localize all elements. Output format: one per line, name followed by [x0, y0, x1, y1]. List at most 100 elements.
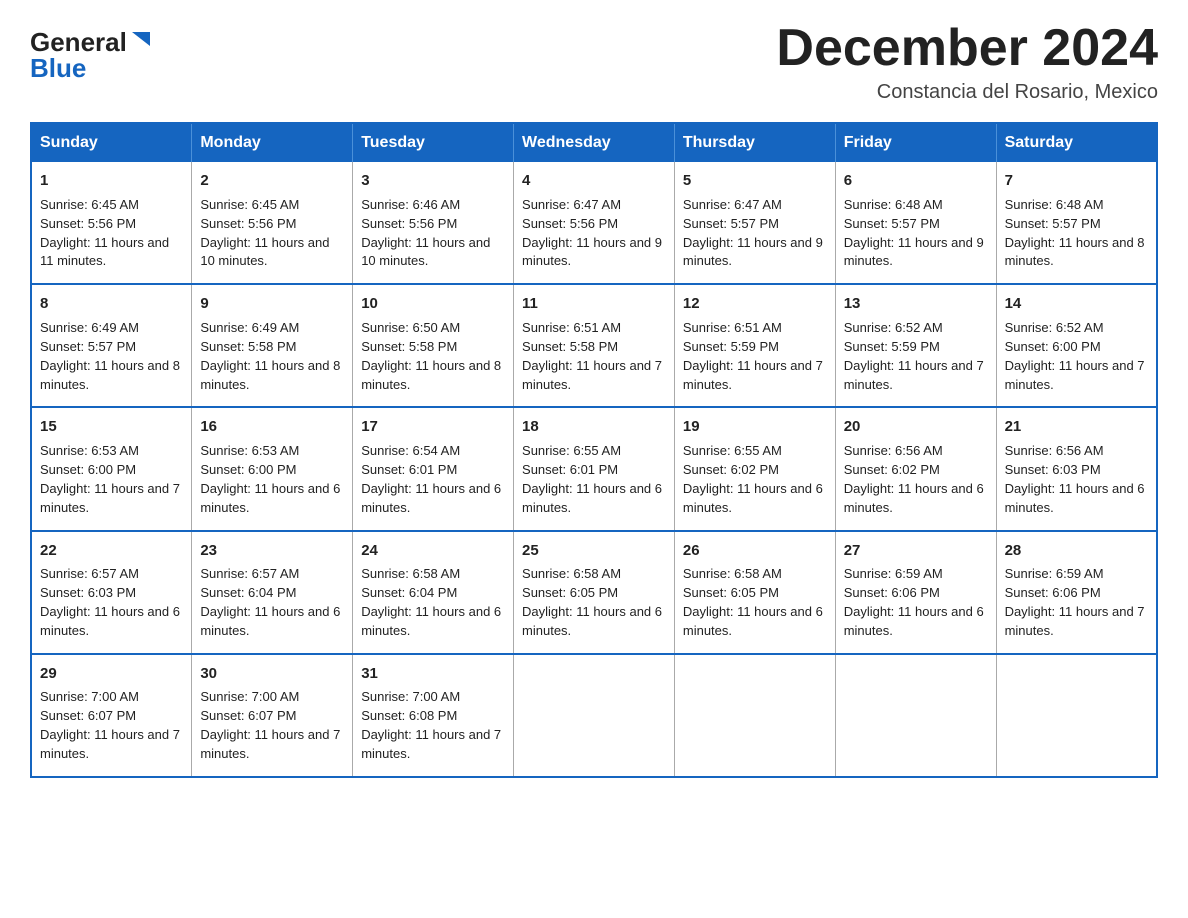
- day-number: 8: [40, 293, 183, 315]
- day-info: Sunrise: 6:58 AMSunset: 6:04 PMDaylight:…: [361, 566, 501, 638]
- day-number: 6: [844, 170, 988, 192]
- logo-triangle-icon: [130, 28, 152, 50]
- day-info: Sunrise: 6:54 AMSunset: 6:01 PMDaylight:…: [361, 443, 501, 515]
- calendar-day-cell: 22Sunrise: 6:57 AMSunset: 6:03 PMDayligh…: [31, 531, 192, 654]
- day-info: Sunrise: 6:53 AMSunset: 6:00 PMDaylight:…: [40, 443, 180, 515]
- calendar-day-cell: 17 Sunrise: 6:54 AMSunset: 6:01 PMDayligh…: [353, 407, 514, 530]
- title-block: December 2024 Constancia del Rosario, Me…: [776, 20, 1158, 104]
- day-info: Sunrise: 6:58 AMSunset: 6:05 PMDaylight:…: [683, 566, 823, 638]
- day-info: Sunrise: 6:51 AMSunset: 5:58 PMDaylight:…: [522, 320, 662, 392]
- day-info: Sunrise: 6:57 AMSunset: 6:04 PMDaylight:…: [200, 566, 340, 638]
- calendar-day-cell: 16 Sunrise: 6:53 AMSunset: 6:00 PMDayligh…: [192, 407, 353, 530]
- day-number: 17: [361, 416, 505, 438]
- calendar-day-cell: 25 Sunrise: 6:58 AMSunset: 6:05 PMDayligh…: [514, 531, 675, 654]
- header-row: Sunday Monday Tuesday Wednesday Thursday…: [31, 123, 1157, 162]
- day-info: Sunrise: 6:49 AMSunset: 5:57 PMDaylight:…: [40, 320, 180, 392]
- day-number: 29: [40, 663, 183, 685]
- day-number: 9: [200, 293, 344, 315]
- day-number: 15: [40, 416, 183, 438]
- calendar-day-cell: 24 Sunrise: 6:58 AMSunset: 6:04 PMDayligh…: [353, 531, 514, 654]
- header-tuesday: Tuesday: [353, 123, 514, 162]
- calendar-week-row: 22Sunrise: 6:57 AMSunset: 6:03 PMDayligh…: [31, 531, 1157, 654]
- day-number: 12: [683, 293, 827, 315]
- day-number: 30: [200, 663, 344, 685]
- day-info: Sunrise: 7:00 AMSunset: 6:07 PMDaylight:…: [200, 689, 340, 761]
- calendar-day-cell: [674, 654, 835, 777]
- day-info: Sunrise: 6:59 AMSunset: 6:06 PMDaylight:…: [1005, 566, 1145, 638]
- calendar-week-row: 15 Sunrise: 6:53 AMSunset: 6:00 PMDayligh…: [31, 407, 1157, 530]
- calendar-week-row: 29 Sunrise: 7:00 AMSunset: 6:07 PMDayligh…: [31, 654, 1157, 777]
- day-info: Sunrise: 6:55 AMSunset: 6:01 PMDaylight:…: [522, 443, 662, 515]
- header-sunday: Sunday: [31, 123, 192, 162]
- header-friday: Friday: [835, 123, 996, 162]
- page-header: General Blue December 2024 Constancia de…: [30, 20, 1158, 104]
- calendar-day-cell: 6 Sunrise: 6:48 AMSunset: 5:57 PMDaylight…: [835, 162, 996, 284]
- calendar-day-cell: 10 Sunrise: 6:50 AMSunset: 5:58 PMDayligh…: [353, 284, 514, 407]
- day-number: 26: [683, 540, 827, 562]
- day-info: Sunrise: 6:48 AMSunset: 5:57 PMDaylight:…: [844, 197, 984, 269]
- calendar-day-cell: 14 Sunrise: 6:52 AMSunset: 6:00 PMDayligh…: [996, 284, 1157, 407]
- calendar-week-row: 8 Sunrise: 6:49 AMSunset: 5:57 PMDaylight…: [31, 284, 1157, 407]
- calendar-day-cell: 11 Sunrise: 6:51 AMSunset: 5:58 PMDayligh…: [514, 284, 675, 407]
- calendar-day-cell: 21Sunrise: 6:56 AMSunset: 6:03 PMDayligh…: [996, 407, 1157, 530]
- day-number: 7: [1005, 170, 1148, 192]
- calendar-day-cell: 23 Sunrise: 6:57 AMSunset: 6:04 PMDayligh…: [192, 531, 353, 654]
- logo-general-text: General: [30, 29, 127, 55]
- calendar-day-cell: 31Sunrise: 7:00 AMSunset: 6:08 PMDayligh…: [353, 654, 514, 777]
- calendar-day-cell: 18 Sunrise: 6:55 AMSunset: 6:01 PMDayligh…: [514, 407, 675, 530]
- day-number: 16: [200, 416, 344, 438]
- calendar-day-cell: 13 Sunrise: 6:52 AMSunset: 5:59 PMDayligh…: [835, 284, 996, 407]
- calendar-day-cell: 1Sunrise: 6:45 AMSunset: 5:56 PMDaylight…: [31, 162, 192, 284]
- calendar-week-row: 1Sunrise: 6:45 AMSunset: 5:56 PMDaylight…: [31, 162, 1157, 284]
- calendar-day-cell: 29 Sunrise: 7:00 AMSunset: 6:07 PMDayligh…: [31, 654, 192, 777]
- day-number: 10: [361, 293, 505, 315]
- header-saturday: Saturday: [996, 123, 1157, 162]
- day-number: 19: [683, 416, 827, 438]
- day-number: 5: [683, 170, 827, 192]
- day-info: Sunrise: 6:55 AMSunset: 6:02 PMDaylight:…: [683, 443, 823, 515]
- calendar-day-cell: 20Sunrise: 6:56 AMSunset: 6:02 PMDayligh…: [835, 407, 996, 530]
- day-info: Sunrise: 6:50 AMSunset: 5:58 PMDaylight:…: [361, 320, 501, 392]
- day-info: Sunrise: 6:59 AMSunset: 6:06 PMDaylight:…: [844, 566, 984, 638]
- day-info: Sunrise: 6:52 AMSunset: 6:00 PMDaylight:…: [1005, 320, 1145, 392]
- calendar-table: Sunday Monday Tuesday Wednesday Thursday…: [30, 122, 1158, 778]
- calendar-day-cell: 30 Sunrise: 7:00 AMSunset: 6:07 PMDayligh…: [192, 654, 353, 777]
- calendar-day-cell: [835, 654, 996, 777]
- day-info: Sunrise: 6:47 AMSunset: 5:56 PMDaylight:…: [522, 197, 662, 269]
- day-number: 31: [361, 663, 505, 685]
- calendar-day-cell: 3 Sunrise: 6:46 AMSunset: 5:56 PMDaylight…: [353, 162, 514, 284]
- day-info: Sunrise: 6:56 AMSunset: 6:02 PMDaylight:…: [844, 443, 984, 515]
- day-number: 23: [200, 540, 344, 562]
- header-monday: Monday: [192, 123, 353, 162]
- day-number: 24: [361, 540, 505, 562]
- day-info: Sunrise: 6:56 AMSunset: 6:03 PMDaylight:…: [1005, 443, 1145, 515]
- day-number: 4: [522, 170, 666, 192]
- day-number: 11: [522, 293, 666, 315]
- month-title: December 2024: [776, 20, 1158, 77]
- calendar-day-cell: 5Sunrise: 6:47 AMSunset: 5:57 PMDaylight…: [674, 162, 835, 284]
- day-number: 13: [844, 293, 988, 315]
- calendar-day-cell: 15 Sunrise: 6:53 AMSunset: 6:00 PMDayligh…: [31, 407, 192, 530]
- day-info: Sunrise: 6:58 AMSunset: 6:05 PMDaylight:…: [522, 566, 662, 638]
- day-info: Sunrise: 6:45 AMSunset: 5:56 PMDaylight:…: [200, 197, 329, 269]
- calendar-day-cell: 2Sunrise: 6:45 AMSunset: 5:56 PMDaylight…: [192, 162, 353, 284]
- logo-blue-text: Blue: [30, 53, 86, 83]
- day-info: Sunrise: 6:53 AMSunset: 6:00 PMDaylight:…: [200, 443, 340, 515]
- day-info: Sunrise: 6:57 AMSunset: 6:03 PMDaylight:…: [40, 566, 180, 638]
- day-number: 14: [1005, 293, 1148, 315]
- day-number: 28: [1005, 540, 1148, 562]
- day-number: 25: [522, 540, 666, 562]
- calendar-day-cell: 4 Sunrise: 6:47 AMSunset: 5:56 PMDaylight…: [514, 162, 675, 284]
- logo: General Blue: [30, 20, 152, 82]
- header-thursday: Thursday: [674, 123, 835, 162]
- calendar-day-cell: 27Sunrise: 6:59 AMSunset: 6:06 PMDayligh…: [835, 531, 996, 654]
- day-number: 3: [361, 170, 505, 192]
- day-info: Sunrise: 6:52 AMSunset: 5:59 PMDaylight:…: [844, 320, 984, 392]
- day-number: 18: [522, 416, 666, 438]
- day-info: Sunrise: 7:00 AMSunset: 6:07 PMDaylight:…: [40, 689, 180, 761]
- calendar-day-cell: 9Sunrise: 6:49 AMSunset: 5:58 PMDaylight…: [192, 284, 353, 407]
- calendar-day-cell: 28 Sunrise: 6:59 AMSunset: 6:06 PMDayligh…: [996, 531, 1157, 654]
- calendar-day-cell: 7Sunrise: 6:48 AMSunset: 5:57 PMDaylight…: [996, 162, 1157, 284]
- day-info: Sunrise: 6:46 AMSunset: 5:56 PMDaylight:…: [361, 197, 490, 269]
- calendar-day-cell: [514, 654, 675, 777]
